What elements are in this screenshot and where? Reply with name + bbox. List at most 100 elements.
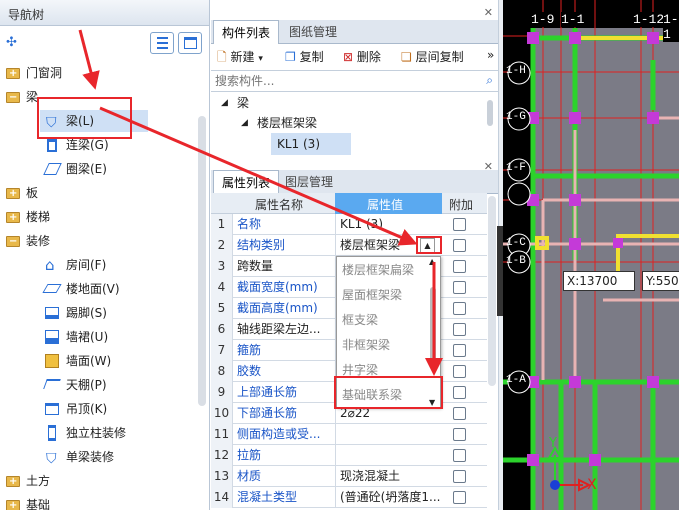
extra-checkbox[interactable] xyxy=(453,281,466,294)
splitter-arrow-icon[interactable] xyxy=(497,226,503,316)
dropdown-option[interactable]: 楼层框架扁梁 xyxy=(342,261,414,278)
tree-view-button[interactable] xyxy=(178,32,202,54)
tree-item-ceiling[interactable]: 天棚(P) xyxy=(40,374,190,396)
row-number: 6 xyxy=(211,319,233,340)
tree-item-doors-windows[interactable]: + 门窗洞 xyxy=(0,62,200,84)
tree-item-column-decoration[interactable]: 独立柱装修 xyxy=(40,422,190,444)
tab-property-list[interactable]: 属性列表 xyxy=(213,170,280,194)
extra-checkbox[interactable] xyxy=(453,365,466,378)
tab-layer-management[interactable]: 图层管理 xyxy=(277,170,341,194)
property-row[interactable]: 2 结构类别 楼层框架梁 ▲ xyxy=(211,235,487,256)
tree-item-foundation[interactable]: + 基础 xyxy=(0,494,200,510)
row-number: 2 xyxy=(211,235,233,256)
tab-component-list[interactable]: 构件列表 xyxy=(213,20,280,44)
property-row[interactable]: 12 拉筋 xyxy=(211,445,487,466)
component-search-input[interactable] xyxy=(211,71,471,91)
scroll-up-icon[interactable]: ▲ xyxy=(429,257,435,266)
component-tree-kl1[interactable]: KL1 (3) xyxy=(271,133,351,155)
tree-item-decoration[interactable]: − 装修 xyxy=(0,230,200,252)
list-view-button[interactable] xyxy=(150,32,174,54)
property-value[interactable]: (普通砼(坍落度1... xyxy=(335,487,441,508)
property-name: 箍筋 xyxy=(237,343,262,357)
tree-item-beam-decoration[interactable]: ⛉ 单梁装修 xyxy=(40,446,190,468)
property-name: 胶数 xyxy=(237,364,262,378)
floor-copy-icon: ❏ xyxy=(401,50,412,64)
tree-item-stairs[interactable]: + 楼梯 xyxy=(0,206,200,228)
tree-item-skirting[interactable]: 踢脚(S) xyxy=(40,302,190,324)
dropdown-option[interactable]: 非框架梁 xyxy=(342,336,390,353)
nav-scrollbar[interactable] xyxy=(198,116,206,406)
property-name: 侧面构造或受... xyxy=(237,427,321,441)
axis-label-1-9: 1-9 xyxy=(531,12,555,27)
floor-copy-button[interactable]: ❏ 层间复制 xyxy=(401,48,464,65)
extra-checkbox[interactable] xyxy=(453,239,466,252)
component-tree-beam[interactable]: ◢ 梁 xyxy=(221,92,421,114)
extra-checkbox[interactable] xyxy=(453,491,466,504)
tree-item-ring-beam[interactable]: 圈梁(E) xyxy=(40,158,180,180)
more-chevron-icon[interactable]: » xyxy=(487,48,494,62)
new-button[interactable]: 🗋 新建 ▾ xyxy=(217,48,263,69)
row-number: 9 xyxy=(211,382,233,403)
tree-item-room[interactable]: ⌂ 房间(F) xyxy=(40,254,190,276)
extra-checkbox[interactable] xyxy=(453,470,466,483)
property-value[interactable]: KL1 (3) xyxy=(335,214,441,235)
coord-y-input[interactable]: Y:550 xyxy=(642,271,679,291)
axis-label-1-1b: 1-1 xyxy=(663,12,679,42)
extra-checkbox[interactable] xyxy=(453,323,466,336)
property-row[interactable]: 13 材质 现浇混凝土 xyxy=(211,466,487,487)
component-tree-scrollbar[interactable] xyxy=(487,100,493,126)
component-tree: ◢ 梁 ◢ 楼层框架梁 KL1 (3) xyxy=(211,92,499,155)
y-axis-label: Y xyxy=(549,436,557,451)
property-row[interactable]: 11 侧面构造或受... xyxy=(211,424,487,445)
delete-icon: ⊠ xyxy=(343,50,354,64)
coupling-beam-icon xyxy=(47,138,57,152)
tree-item-slab[interactable]: + 板 xyxy=(0,182,200,204)
tree-item-suspended-ceiling[interactable]: 吊顶(K) xyxy=(40,398,190,420)
extra-checkbox[interactable] xyxy=(453,344,466,357)
axis-label-1-f: 1-F xyxy=(506,162,526,174)
row-number: 14 xyxy=(211,487,233,508)
floor-icon xyxy=(42,284,62,293)
delete-button[interactable]: ⊠ 删除 xyxy=(343,48,381,65)
folder-icon: + xyxy=(6,188,20,199)
row-number: 5 xyxy=(211,298,233,319)
search-icon[interactable]: ⌕ xyxy=(486,73,493,88)
property-scrollbar[interactable] xyxy=(488,196,496,386)
property-name: 跨数量 xyxy=(237,259,274,273)
highlight-beam-item xyxy=(37,97,132,139)
extra-checkbox[interactable] xyxy=(453,449,466,462)
close-icon[interactable]: ✕ xyxy=(484,6,493,19)
copy-button[interactable]: ❐ 复制 xyxy=(285,48,324,65)
dropdown-option[interactable]: 框支梁 xyxy=(342,311,378,328)
drawing-canvas[interactable]: 1-9 1-1 1-12 1-1 1-H 1-G 1-F 1-C 1-B 1-A… xyxy=(503,0,679,510)
extra-checkbox[interactable] xyxy=(453,428,466,441)
tree-item-floor-surface[interactable]: 楼地面(V) xyxy=(40,278,190,300)
dropdown-option[interactable]: 屋面框架梁 xyxy=(342,286,402,303)
tab-drawing-management[interactable]: 图纸管理 xyxy=(281,20,345,44)
tree-item-earthwork[interactable]: + 土方 xyxy=(0,470,200,492)
close-icon[interactable]: ✕ xyxy=(484,160,493,173)
property-table-header: 属性名称 属性值 附加 xyxy=(211,193,487,214)
property-value[interactable] xyxy=(335,424,441,445)
property-value[interactable] xyxy=(335,445,441,466)
coord-x-input[interactable]: X:13700 xyxy=(563,271,635,291)
extra-checkbox[interactable] xyxy=(453,386,466,399)
pin-icon[interactable]: ✣ xyxy=(6,35,17,50)
tree-item-wainscot[interactable]: 墙裙(U) xyxy=(40,326,190,348)
property-row[interactable]: 14 混凝土类型 (普通砼(坍落度1... xyxy=(211,487,487,508)
row-number: 4 xyxy=(211,277,233,298)
beam-decoration-icon: ⛉ xyxy=(46,451,57,467)
property-row[interactable]: 1 名称 KL1 (3) xyxy=(211,214,487,235)
ring-beam-icon xyxy=(43,163,62,175)
highlight-dropdown-button xyxy=(416,236,442,254)
folder-open-icon: − xyxy=(6,236,20,247)
header-property-value-label: 属性值 xyxy=(367,198,404,212)
tree-item-wall-surface[interactable]: 墙面(W) xyxy=(40,350,190,372)
extra-checkbox[interactable] xyxy=(453,260,466,273)
extra-checkbox[interactable] xyxy=(453,407,466,420)
header-property-name: 属性名称 xyxy=(255,198,304,212)
extra-checkbox[interactable] xyxy=(453,302,466,315)
extra-checkbox[interactable] xyxy=(453,218,466,231)
property-value[interactable]: 现浇混凝土 xyxy=(335,466,441,487)
component-tree-frame-beam[interactable]: ◢ 楼层框架梁 xyxy=(241,112,441,134)
